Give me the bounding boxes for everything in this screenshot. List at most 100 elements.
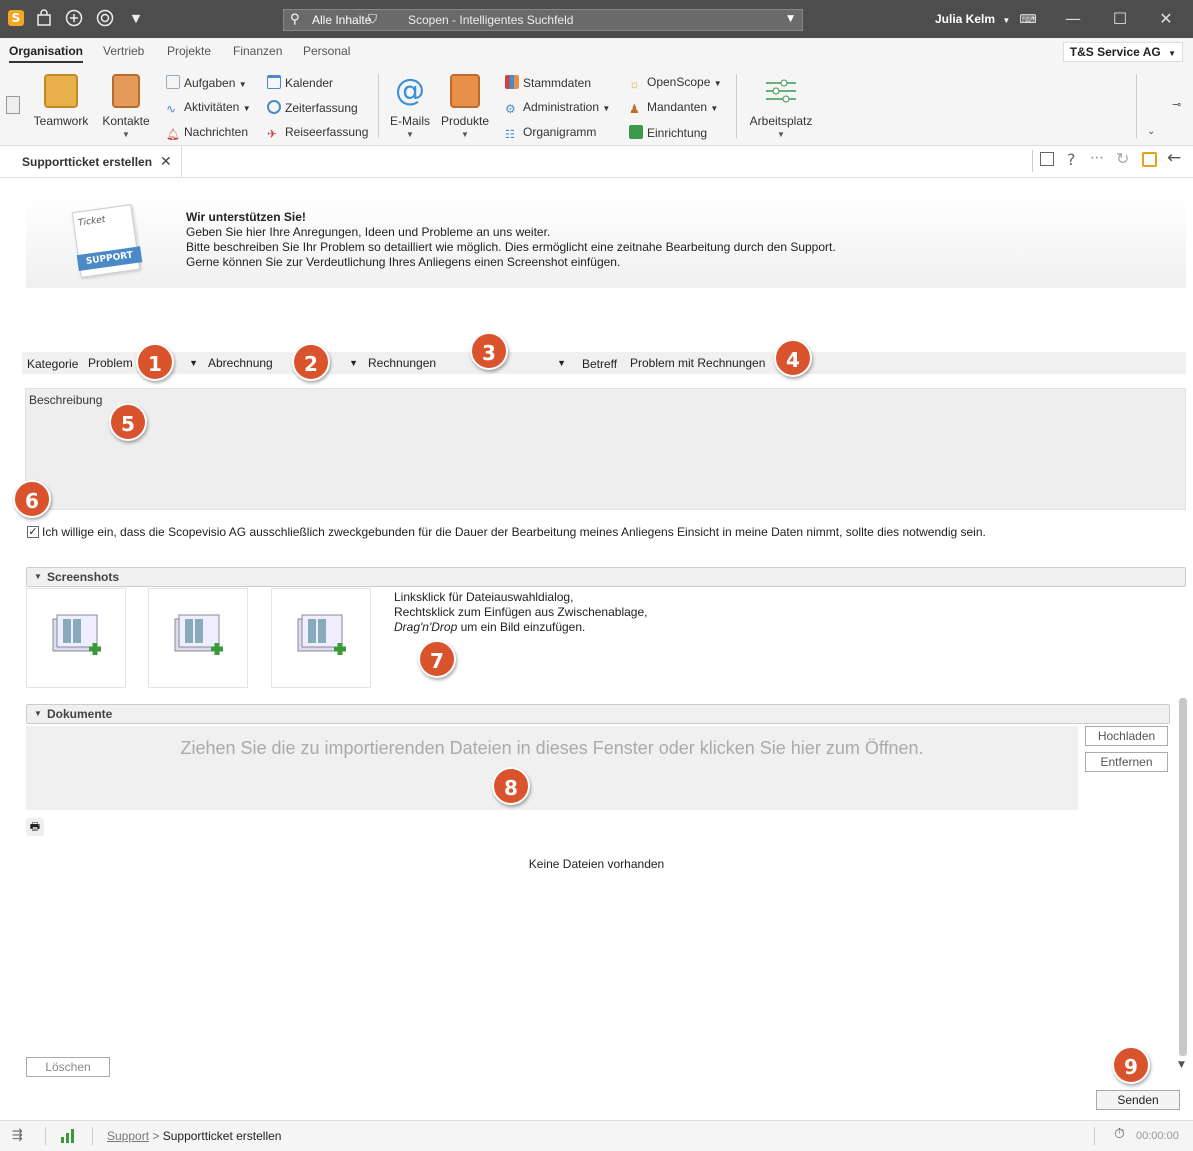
back-arrow-icon[interactable]: ← bbox=[1167, 148, 1181, 168]
send-button[interactable]: Senden bbox=[1096, 1090, 1180, 1110]
chevron-down-icon: ▼ bbox=[710, 104, 719, 113]
minimize-button[interactable]: — bbox=[1058, 8, 1088, 30]
emails-button[interactable]: @ E-Mails ▼ bbox=[388, 74, 432, 140]
copy-icon[interactable] bbox=[1040, 152, 1054, 166]
callout-marker-7: 7 bbox=[418, 640, 456, 678]
remove-button[interactable]: Entfernen bbox=[1085, 752, 1168, 772]
aktivitaeten-label: Aktivitäten bbox=[184, 100, 240, 114]
ribbon-divider bbox=[1136, 74, 1137, 138]
screenshot-slot-2[interactable] bbox=[148, 588, 248, 688]
user-name: Julia Kelm bbox=[935, 12, 996, 26]
more-icon[interactable]: ⋯ bbox=[1090, 150, 1104, 166]
tab-projekte[interactable]: Projekte bbox=[167, 44, 211, 58]
pin-ribbon-icon[interactable]: ⊸ bbox=[1172, 98, 1181, 111]
print-icon[interactable]: 🖶︎ bbox=[26, 818, 44, 836]
search-dropdown-icon[interactable]: ▼ bbox=[787, 14, 794, 24]
screenshots-section-header[interactable]: ▼ Screenshots bbox=[26, 567, 1186, 587]
arbeitsplatz-label: Arbeitsplatz bbox=[749, 114, 813, 128]
ribbon-collapse-icon[interactable] bbox=[6, 96, 20, 114]
ribbon-divider bbox=[736, 74, 737, 138]
save-icon[interactable] bbox=[1142, 152, 1157, 167]
einrichtung-button[interactable]: Einrichtung bbox=[629, 125, 707, 140]
aktivitaeten-button[interactable]: ∿ Aktivitäten ▼ bbox=[166, 100, 251, 116]
title-bar: S ▼ ⚲ Alle Inhalte ⛉ Scopen - Intelligen… bbox=[0, 0, 1193, 38]
tab-personal[interactable]: Personal bbox=[303, 44, 350, 58]
subcategory2-select[interactable]: Rechnungen ▼ bbox=[364, 352, 570, 374]
file-dropzone[interactable]: Ziehen Sie die zu importierenden Dateien… bbox=[26, 726, 1078, 810]
delete-button[interactable]: Löschen bbox=[26, 1057, 110, 1077]
refresh-icon[interactable]: ↻ bbox=[1116, 149, 1129, 168]
reiseerfassung-button[interactable]: ✈︎ Reiseerfassung bbox=[267, 125, 368, 141]
mandanten-button[interactable]: ♟ Mandanten ▼ bbox=[629, 100, 718, 116]
kategorie-label: Kategorie bbox=[27, 357, 79, 371]
betreff-input[interactable]: Problem mit Rechnungen bbox=[626, 352, 1186, 374]
tasks-status-icon[interactable]: ⇶ bbox=[12, 1128, 23, 1143]
teamwork-button[interactable]: Teamwork bbox=[30, 74, 92, 128]
help-icon[interactable]: ? bbox=[1067, 150, 1076, 169]
ribbon-expand-icon[interactable]: ⌄ bbox=[1147, 126, 1155, 137]
kalender-label: Kalender bbox=[285, 76, 334, 90]
chevron-down-icon: ▼ bbox=[602, 104, 611, 113]
screenshot-slot-3[interactable] bbox=[271, 588, 371, 688]
chevron-down-icon: ▼ bbox=[1002, 16, 1011, 25]
subcategory-select[interactable]: Abrechnung ▼ bbox=[204, 352, 362, 374]
maximize-button[interactable]: ☐ bbox=[1105, 8, 1135, 30]
company-name: T&S Service AG bbox=[1069, 45, 1161, 59]
search-scope[interactable]: Alle Inhalte bbox=[312, 13, 371, 27]
stopwatch-icon[interactable]: ⏱︎ bbox=[1114, 1126, 1125, 1142]
arbeitsplatz-button[interactable]: Arbeitsplatz ▼ bbox=[746, 74, 816, 139]
signal-bars-icon[interactable] bbox=[60, 1129, 76, 1146]
vertical-scrollbar[interactable] bbox=[1179, 698, 1187, 1056]
close-window-button[interactable]: ✕ bbox=[1151, 8, 1181, 30]
keyboard-icon[interactable]: ⌨ bbox=[1018, 9, 1038, 29]
subcategory-value: Abrechnung bbox=[208, 356, 273, 370]
travel-icon: ✈︎ bbox=[267, 127, 278, 141]
beschreibung-textarea[interactable]: Beschreibung bbox=[25, 388, 1186, 510]
help-lifebuoy-icon[interactable] bbox=[95, 9, 115, 29]
teamwork-label: Teamwork bbox=[33, 114, 89, 128]
dokumente-section-header[interactable]: ▼ Dokumente bbox=[26, 704, 1170, 724]
menu-dropdown-icon[interactable]: ▼ bbox=[126, 9, 146, 29]
tab-vertrieb[interactable]: Vertrieb bbox=[103, 44, 144, 58]
add-screenshot-icon bbox=[52, 614, 101, 655]
kontakte-label: Kontakte bbox=[102, 114, 150, 128]
org-chart-icon: ☷ bbox=[505, 129, 515, 141]
hint-line-2: Rechtsklick zum Einfügen aus Zwischenabl… bbox=[394, 605, 648, 619]
scroll-down-icon[interactable]: ▼ bbox=[1178, 1060, 1185, 1070]
sliders-icon bbox=[764, 74, 798, 108]
chevron-down-icon: ▼ bbox=[777, 130, 785, 139]
screenshot-slot-1[interactable] bbox=[26, 588, 126, 688]
tab-finanzen[interactable]: Finanzen bbox=[233, 44, 282, 58]
organigramm-button[interactable]: ☷ Organigramm bbox=[505, 125, 596, 142]
company-selector[interactable]: T&S Service AG ▼ bbox=[1062, 42, 1183, 62]
stammdaten-button[interactable]: Stammdaten bbox=[505, 75, 591, 90]
consent-checkbox[interactable]: ✓ bbox=[27, 526, 39, 538]
search-placeholder: Scopen - Intelligentes Suchfeld bbox=[408, 13, 574, 27]
close-icon[interactable]: ✕ bbox=[160, 153, 172, 170]
tab-supportticket[interactable]: Supportticket erstellen ✕ bbox=[0, 146, 182, 178]
tab-organisation[interactable]: Organisation bbox=[9, 44, 84, 63]
kontakte-button[interactable]: Kontakte ▼ bbox=[98, 74, 154, 139]
kalender-button[interactable]: Kalender bbox=[267, 75, 333, 90]
produkte-button[interactable]: Produkte ▼ bbox=[440, 74, 490, 139]
add-circle-icon[interactable] bbox=[64, 9, 84, 29]
app-logo-icon[interactable]: S bbox=[8, 10, 24, 26]
nachrichten-button[interactable]: 🔔︎ Nachrichten bbox=[166, 125, 248, 142]
aufgaben-button[interactable]: Aufgaben ▼ bbox=[166, 75, 247, 90]
user-menu[interactable]: Julia Kelm ▼ bbox=[935, 12, 1010, 26]
upload-button[interactable]: Hochladen bbox=[1085, 726, 1168, 746]
openscope-button[interactable]: ☼ OpenScope ▼ bbox=[629, 75, 722, 91]
breadcrumb-link-support[interactable]: Support bbox=[107, 1129, 149, 1143]
search-field[interactable]: ⚲ Alle Inhalte ⛉ Scopen - Intelligentes … bbox=[283, 9, 803, 31]
search-icon: ⚲ bbox=[290, 12, 300, 27]
collapse-triangle-icon: ▼ bbox=[34, 709, 42, 718]
administration-button[interactable]: ⚙︎ Administration ▼ bbox=[505, 100, 610, 116]
dropzone-text: Ziehen Sie die zu importierenden Dateien… bbox=[180, 738, 924, 758]
shopping-bag-icon[interactable] bbox=[34, 9, 54, 29]
hint-line-3-rest: um ein Bild einzufügen. bbox=[457, 620, 586, 634]
zeiterfassung-button[interactable]: Zeiterfassung bbox=[267, 100, 358, 115]
callout-marker-8: 8 bbox=[492, 767, 530, 805]
aufgaben-label: Aufgaben bbox=[184, 76, 236, 90]
filter-icon[interactable]: ⛉ bbox=[368, 12, 377, 27]
chevron-down-icon: ▼ bbox=[406, 130, 414, 139]
